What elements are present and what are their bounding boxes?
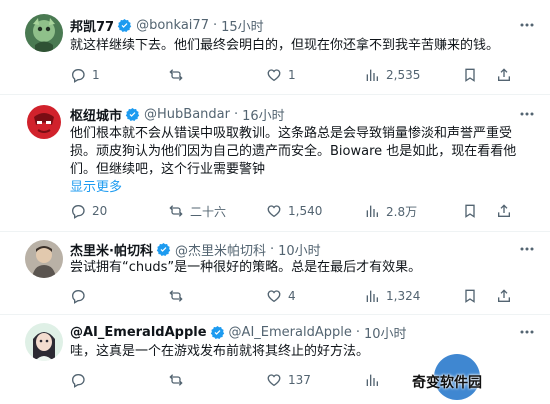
verified-badge-icon [210, 325, 225, 340]
tweet-actions: 4 1,324 [70, 287, 530, 305]
tweet-text: 他们根本就不会从错误中吸取教训。这条路总是会导致销量惨淡和声誉严重受损。顽皮狗认… [70, 126, 517, 177]
reply-button[interactable] [70, 371, 92, 389]
tweet-text: 尝试拥有“chuds”是一种很好的策略。总是在最后才有效果。 [70, 260, 422, 275]
tweet-actions: 1 1 2,535 [70, 66, 530, 84]
separator: · [212, 17, 218, 33]
like-count: 1,540 [288, 204, 323, 218]
handle[interactable]: @HubBandar [144, 107, 230, 122]
views-button[interactable]: 1,324 [364, 287, 420, 305]
share-button[interactable] [496, 202, 518, 220]
handle[interactable]: @bonkai77 [136, 18, 209, 33]
bookmark-button[interactable] [462, 66, 484, 84]
repost-icon [169, 290, 183, 302]
tweet[interactable]: 杰里米·帕切科 @杰里米帕切科 · 10小时 尝试拥有“chuds”是一种很好的… [0, 232, 550, 315]
like-count: 137 [288, 373, 311, 387]
reply-button[interactable]: 20 [70, 202, 107, 220]
like-count: 1 [288, 68, 296, 82]
tweet-actions: 20 二十六 1,540 2.8万 [70, 202, 530, 220]
analytics-icon [366, 374, 378, 386]
share-button[interactable] [496, 66, 518, 84]
like-button[interactable]: 1 [266, 66, 296, 84]
like-count: 4 [288, 289, 296, 303]
separator: · [269, 241, 275, 257]
timestamp[interactable]: 15小时 [221, 16, 264, 35]
display-name[interactable]: 杰里米·帕切科 [70, 240, 153, 259]
repost-icon [169, 69, 183, 81]
timestamp[interactable]: 10小时 [364, 323, 407, 342]
tweet-text: 就这样继续下去。他们最终会明白的，但现在你还拿不到我辛苦赚来的钱。 [70, 38, 500, 53]
like-button[interactable]: 4 [266, 287, 296, 305]
repost-icon [169, 374, 183, 386]
repost-button[interactable] [168, 371, 190, 389]
reply-count: 1 [92, 68, 100, 82]
view-count: 2,535 [386, 68, 421, 82]
avatar[interactable] [25, 240, 63, 278]
separator: · [355, 324, 360, 340]
handle[interactable]: @AI_EmeraldApple [229, 325, 352, 340]
reply-icon [71, 205, 85, 219]
view-count: 2.8万 [386, 204, 418, 219]
bookmark-button[interactable] [462, 287, 484, 305]
views-button[interactable]: 2,535 [364, 66, 420, 84]
watermark: 奇变软件园 [398, 350, 548, 404]
verified-badge-icon [156, 242, 171, 257]
bookmark-icon [465, 68, 475, 82]
timeline: 邦凯77 @bonkai77 · 15小时 就这样继续下去。他们最终会明白的，但… [0, 0, 550, 404]
share-icon [498, 68, 510, 81]
avatar[interactable] [25, 14, 63, 52]
heart-icon [267, 205, 281, 218]
reply-icon [71, 69, 85, 83]
tweet[interactable]: 枢纽城市 @HubBandar · 16小时 他们根本就不会从错误中吸取教训。这… [0, 95, 550, 232]
share-button[interactable] [496, 287, 518, 305]
watermark-text: 奇变软件园 [412, 375, 482, 391]
reply-icon [71, 290, 85, 304]
more-options-icon[interactable] [518, 105, 536, 123]
bookmark-icon [465, 204, 475, 218]
bookmark-button[interactable] [462, 202, 484, 220]
repost-button[interactable]: 二十六 [168, 202, 226, 220]
repost-button[interactable] [168, 66, 190, 84]
heart-icon [267, 69, 281, 82]
views-button[interactable] [364, 371, 386, 389]
heart-icon [267, 290, 281, 303]
reply-button[interactable] [70, 287, 92, 305]
handle[interactable]: @杰里米帕切科 [175, 240, 266, 259]
analytics-icon [366, 290, 378, 302]
repost-button[interactable] [168, 287, 190, 305]
analytics-icon [366, 205, 378, 217]
reply-button[interactable]: 1 [70, 66, 100, 84]
reply-icon [71, 374, 85, 388]
timestamp[interactable]: 16小时 [242, 105, 285, 124]
verified-badge-icon [125, 107, 140, 122]
share-icon [498, 204, 510, 217]
like-button[interactable]: 1,540 [266, 202, 322, 220]
like-button[interactable]: 137 [266, 371, 311, 389]
verified-badge-icon [117, 18, 132, 33]
views-button[interactable]: 2.8万 [364, 202, 417, 220]
avatar[interactable] [25, 103, 63, 141]
more-options-icon[interactable] [518, 240, 536, 258]
more-options-icon[interactable] [518, 323, 536, 341]
tweet[interactable]: 邦凯77 @bonkai77 · 15小时 就这样继续下去。他们最终会明白的，但… [0, 0, 550, 95]
display-name[interactable]: 邦凯77 [70, 16, 114, 35]
share-icon [498, 289, 510, 302]
heart-icon [267, 374, 281, 387]
bookmark-icon [465, 289, 475, 303]
display-name[interactable]: @AI_EmeraldApple [70, 325, 207, 340]
reply-count: 20 [92, 204, 108, 218]
avatar[interactable] [25, 323, 63, 361]
view-count: 1,324 [386, 289, 421, 303]
analytics-icon [366, 69, 378, 81]
display-name[interactable]: 枢纽城市 [70, 105, 122, 124]
repost-count: 二十六 [190, 204, 227, 219]
show-more-link[interactable]: 显示更多 [70, 179, 122, 197]
repost-icon [169, 205, 183, 217]
more-options-icon[interactable] [518, 16, 536, 34]
timestamp[interactable]: 10小时 [278, 240, 321, 259]
separator: · [233, 106, 239, 122]
